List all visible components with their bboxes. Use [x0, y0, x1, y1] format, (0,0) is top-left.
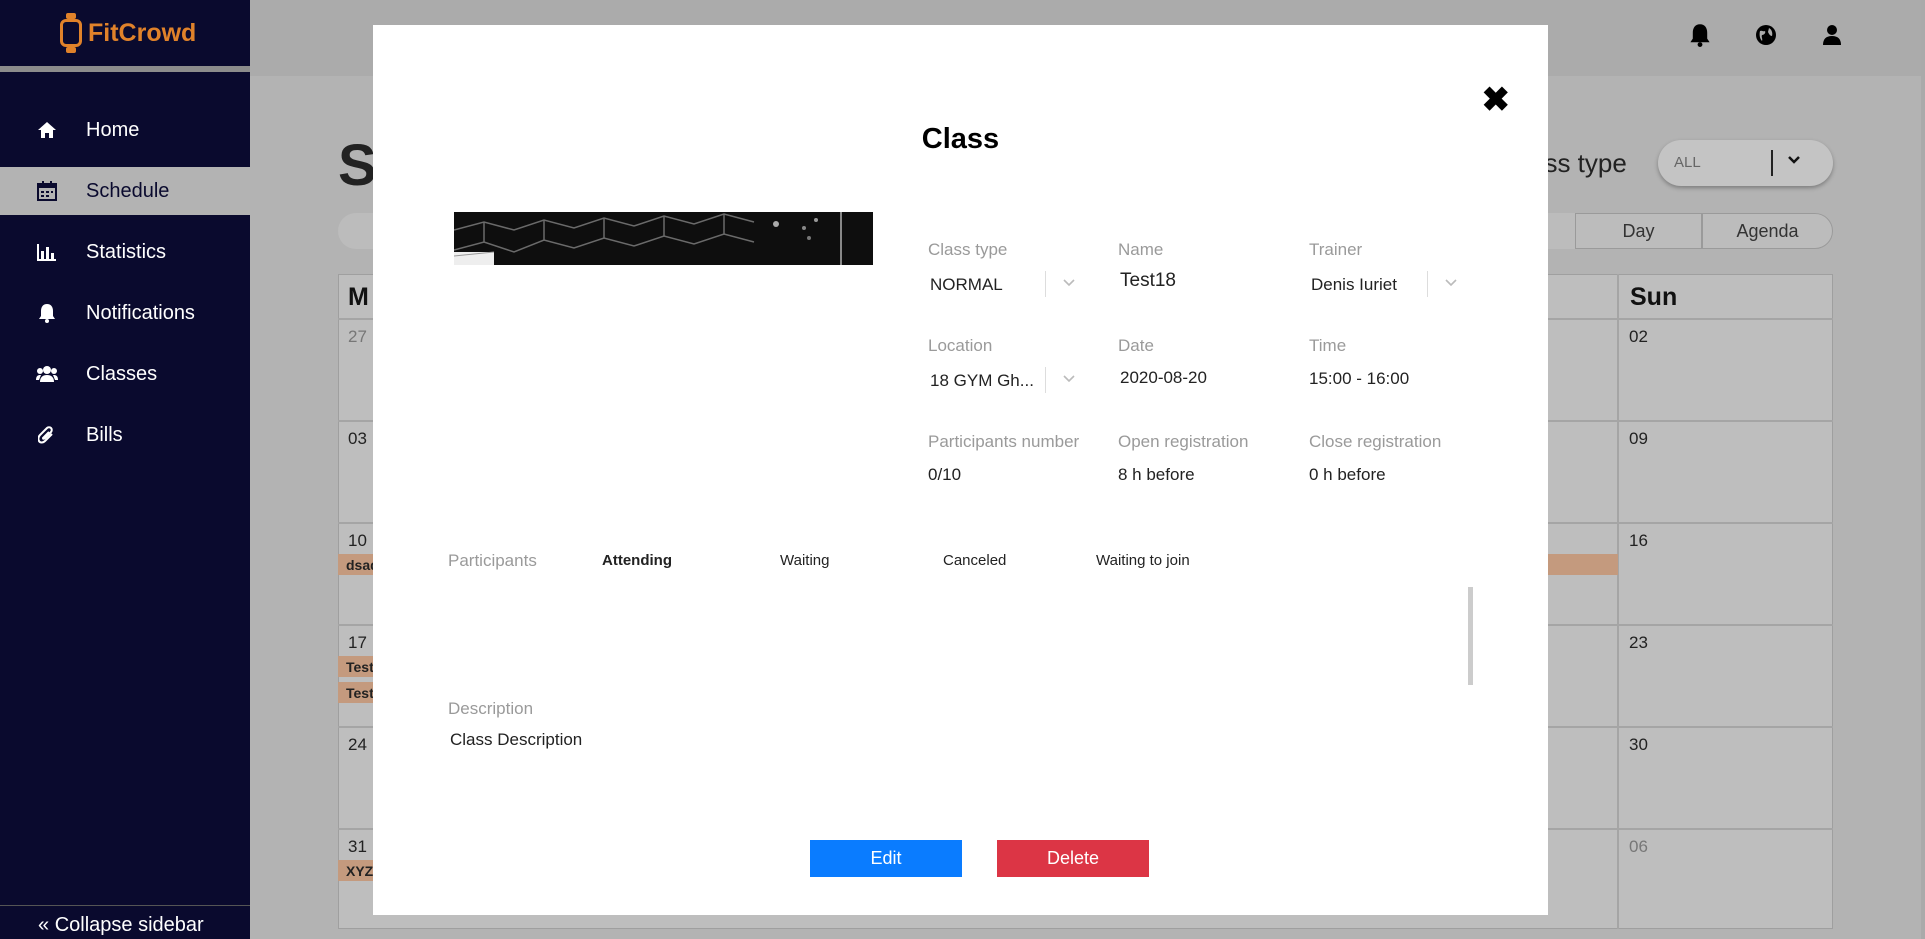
- trainer-label: Trainer: [1309, 240, 1363, 259]
- page-scrollbar[interactable]: [1921, 0, 1925, 939]
- bar-chart-icon: [36, 243, 58, 261]
- sidebar-item-statistics[interactable]: Statistics: [0, 228, 250, 276]
- chevron-down-icon[interactable]: [1443, 275, 1459, 296]
- collapse-sidebar-button[interactable]: « Collapse sidebar: [0, 905, 250, 939]
- chevron-down-icon: [1786, 152, 1802, 172]
- chevron-down-icon[interactable]: [1061, 275, 1077, 296]
- calendar-icon: [36, 181, 58, 201]
- logo[interactable]: FitCrowd: [0, 0, 250, 72]
- double-chevron-left-icon: «: [38, 914, 50, 936]
- class-type-filter-select[interactable]: ALL: [1658, 140, 1833, 186]
- tab-attending[interactable]: Attending: [602, 552, 672, 569]
- sidebar-item-label: Classes: [86, 362, 158, 385]
- class-type-select[interactable]: NORMAL: [930, 275, 1003, 295]
- description-text[interactable]: Class Description: [450, 730, 582, 750]
- edit-button[interactable]: Edit: [810, 840, 962, 877]
- tab-waiting-to-join[interactable]: Waiting to join: [1096, 552, 1190, 569]
- close-registration-value: 0 h before: [1309, 465, 1386, 484]
- globe-icon[interactable]: [1753, 22, 1779, 48]
- calendar-day[interactable]: 30: [1629, 735, 1648, 755]
- page-title: S: [338, 133, 377, 198]
- name-label: Name: [1118, 240, 1164, 259]
- calendar-day[interactable]: 27: [348, 327, 367, 347]
- sidebar-item-label: Home: [86, 118, 140, 141]
- calendar-day[interactable]: 02: [1629, 327, 1648, 347]
- calendar-day[interactable]: 23: [1629, 633, 1648, 653]
- sidebar-item-schedule[interactable]: Schedule: [0, 167, 250, 215]
- topbar-icons: [1687, 22, 1845, 48]
- paperclip-icon: [36, 425, 58, 445]
- participants-number-value: 0/10: [928, 465, 962, 484]
- smartwatch-icon: [58, 13, 84, 53]
- calendar-event[interactable]: [1548, 554, 1618, 575]
- description-label: Description: [448, 699, 534, 718]
- sidebar-item-label: Notifications: [86, 301, 195, 324]
- sidebar-item-label: Bills: [86, 423, 123, 446]
- calendar-day[interactable]: 03: [348, 429, 367, 449]
- class-type-label: Class type: [928, 240, 1008, 259]
- calendar-event[interactable]: Test: [338, 656, 378, 677]
- sidebar: FitCrowd Home Schedule Statistics Notifi…: [0, 0, 250, 939]
- calendar-day[interactable]: 16: [1629, 531, 1648, 551]
- calendar-event[interactable]: Test: [338, 682, 378, 703]
- participants-scrollbar[interactable]: [1468, 587, 1473, 685]
- chevron-down-icon[interactable]: [1061, 371, 1077, 392]
- time-label: Time: [1309, 336, 1347, 355]
- calendar-event[interactable]: XYZ: [338, 860, 378, 881]
- select-divider: [1045, 271, 1046, 297]
- collapse-sidebar-label: Collapse sidebar: [54, 914, 204, 936]
- app-name: FitCrowd: [88, 18, 197, 47]
- tab-waiting[interactable]: Waiting: [780, 552, 829, 569]
- location-label: Location: [928, 336, 993, 355]
- open-registration-value: 8 h before: [1118, 465, 1195, 484]
- select-divider: [1771, 150, 1773, 176]
- day-view-button[interactable]: Day: [1575, 213, 1702, 249]
- home-icon: [36, 121, 58, 139]
- calendar-header-sunday: Sun: [1630, 283, 1678, 311]
- sidebar-nav: Home Schedule Statistics Notifications C…: [0, 106, 250, 459]
- time-input[interactable]: 15:00 - 16:00: [1309, 369, 1409, 389]
- calendar-day[interactable]: 09: [1629, 429, 1648, 449]
- close-registration-label: Close registration: [1309, 432, 1442, 451]
- agenda-view-button[interactable]: Agenda: [1702, 213, 1833, 249]
- open-registration-label: Open registration: [1118, 432, 1249, 451]
- calendar-day[interactable]: 06: [1629, 837, 1648, 857]
- delete-button[interactable]: Delete: [997, 840, 1149, 877]
- sidebar-item-classes[interactable]: Classes: [0, 350, 250, 398]
- trainer-select[interactable]: Denis Iuriet: [1311, 275, 1397, 295]
- class-image: [454, 212, 873, 265]
- class-type-filter-value: ALL: [1674, 154, 1701, 171]
- date-label: Date: [1118, 336, 1154, 355]
- calendar-day[interactable]: 17: [348, 633, 367, 653]
- calendar-event[interactable]: dsad: [338, 554, 378, 575]
- sidebar-item-home[interactable]: Home: [0, 106, 250, 154]
- bell-icon: [36, 303, 58, 323]
- calendar-day[interactable]: 31: [348, 837, 367, 857]
- user-icon[interactable]: [1819, 22, 1845, 48]
- participants-label: Participants: [448, 551, 537, 570]
- select-divider: [1045, 367, 1046, 393]
- users-icon: [36, 365, 58, 383]
- tab-canceled[interactable]: Canceled: [943, 552, 1006, 569]
- participants-number-label: Participants number: [928, 432, 1080, 451]
- sidebar-item-label: Statistics: [86, 240, 167, 263]
- date-input[interactable]: 2020-08-20: [1120, 368, 1207, 388]
- sidebar-item-label: Schedule: [86, 179, 170, 202]
- modal-title: Class: [921, 123, 1000, 155]
- bell-icon[interactable]: [1687, 22, 1713, 48]
- sidebar-item-bills[interactable]: Bills: [0, 411, 250, 459]
- calendar-day[interactable]: 10: [348, 531, 367, 551]
- close-icon[interactable]: ✖: [1482, 83, 1511, 117]
- calendar-day[interactable]: 24: [348, 735, 367, 755]
- name-input[interactable]: Test18: [1120, 270, 1176, 292]
- class-modal: ✖ Class Class type NORMAL Name Test18 Tr…: [373, 25, 1548, 915]
- sidebar-item-notifications[interactable]: Notifications: [0, 289, 250, 337]
- calendar-column-divider: [1617, 274, 1619, 929]
- select-divider: [1427, 271, 1428, 297]
- location-select[interactable]: 18 GYM Gh...: [930, 371, 1034, 391]
- calendar-header-monday: M: [348, 283, 369, 311]
